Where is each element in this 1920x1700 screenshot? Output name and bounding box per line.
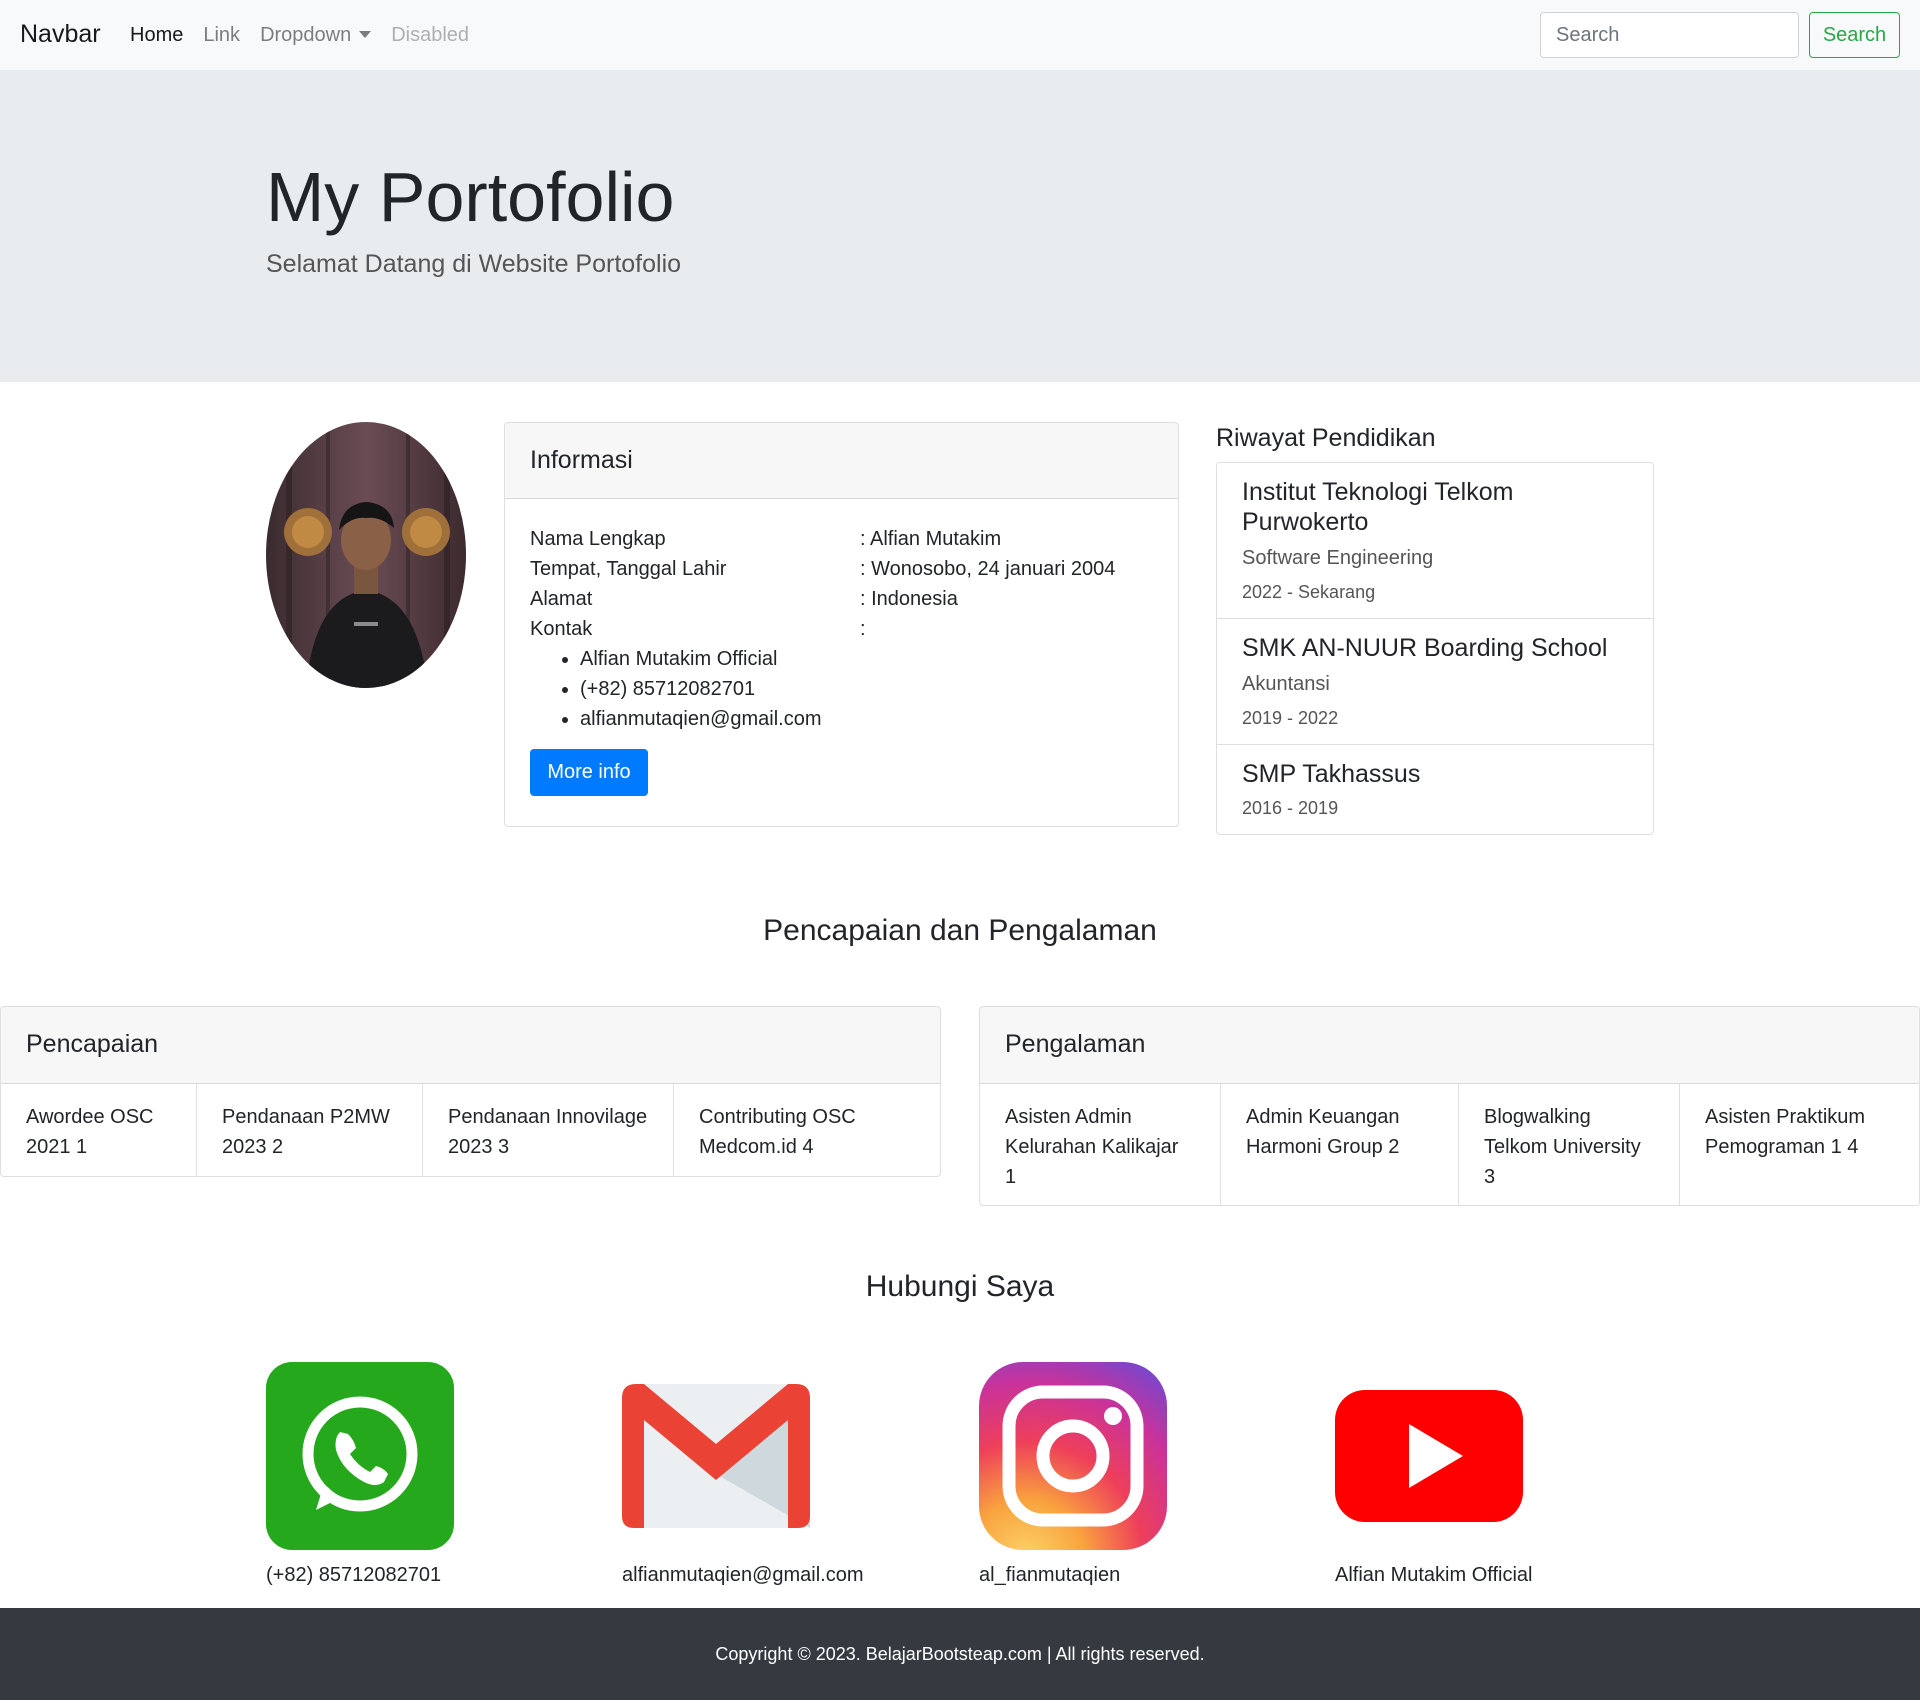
table-cell: Asisten Praktikum Pemograman 1 4	[1705, 1106, 1866, 1158]
list-item: (+82) 85712082701	[580, 674, 1153, 704]
info-card-header: Informasi	[505, 423, 1178, 499]
info-row-birth: Tempat, Tanggal Lahir : Wonosobo, 24 jan…	[530, 554, 1153, 584]
school-name: SMK AN-NUUR Boarding School	[1242, 634, 1608, 662]
nav-link-home[interactable]: Home	[130, 20, 183, 50]
table-cell: Pendanaan P2MW 2023 2	[197, 1084, 423, 1176]
info-row-contact: Kontak :	[530, 614, 1153, 644]
contact-caption: (+82) 85712082701	[266, 1564, 442, 1586]
info-row-address: Alamat : Indonesia	[530, 584, 1153, 614]
contact-section-title: Hubungi Saya	[865, 1270, 1055, 1303]
nav-dropdown[interactable]: Dropdown	[260, 20, 372, 50]
more-info-button[interactable]: More info	[530, 749, 648, 796]
contact-caption: Alfian Mutakim Official	[1335, 1564, 1533, 1586]
info-label: Nama Lengkap	[530, 528, 666, 550]
list-item: alfianmutaqien@gmail.com	[580, 704, 1153, 734]
info-label: Alamat	[530, 588, 593, 610]
achievements-card-header: Pencapaian	[1, 1007, 940, 1084]
footer-copyright: Copyright © 2023. BelajarBootsteap.com |…	[715, 1643, 1205, 1664]
nav-link-link[interactable]: Link	[203, 20, 240, 50]
info-row-name: Nama Lengkap : Alfian Mutakim	[530, 524, 1153, 554]
hero-jumbotron: My Portofolio Selamat Datang di Website …	[0, 70, 1920, 382]
table-cell: Asisten Admin Kelurahan Kalikajar 1	[980, 1084, 1221, 1205]
achievements-card: Pencapaian Awordee OSC 2021 1 Pendanaan …	[0, 1006, 941, 1177]
achievements-row: Awordee OSC 2021 1 Pendanaan P2MW 2023 2…	[1, 1084, 940, 1176]
experience-card-header: Pengalaman	[980, 1007, 1919, 1084]
school-years: 2016 - 2019	[1242, 798, 1339, 818]
caret-down-icon	[359, 30, 372, 38]
experience-card: Pengalaman Asisten Admin Kelurahan Kalik…	[979, 1006, 1920, 1206]
list-item: SMP Takhassus 2016 - 2019	[1217, 745, 1653, 834]
profile-photo	[266, 422, 466, 688]
info-label: Kontak	[530, 618, 593, 640]
list-item: Alfian Mutakim Official	[580, 644, 1153, 674]
school-name: Institut Teknologi Telkom Purwokerto	[1242, 478, 1514, 536]
contact-caption: al_fianmutaqien	[979, 1564, 1121, 1586]
contact-list: Alfian Mutakim Official (+82) 8571208270…	[530, 644, 1153, 734]
search-input[interactable]	[1540, 12, 1799, 58]
info-card: Informasi Nama Lengkap : Alfian Mutakim …	[504, 422, 1179, 827]
table-cell: Contributing OSC Medcom.id 4	[699, 1106, 856, 1158]
table-cell: Pendanaan Innovilage 2023 3	[423, 1084, 674, 1176]
experience-row: Asisten Admin Kelurahan Kalikajar 1 Admi…	[980, 1084, 1919, 1205]
hero-title: My Portofolio	[266, 158, 675, 236]
table-cell: Blogwalking Telkom University 3	[1459, 1084, 1680, 1205]
nav-links: Home Link Dropdown Disabled	[130, 20, 469, 50]
hero-subtitle: Selamat Datang di Website Portofolio	[266, 250, 682, 278]
info-value: : Alfian Mutakim	[860, 528, 1002, 550]
contact-caption: alfianmutaqien@gmail.com	[622, 1564, 864, 1586]
table-cell: Awordee OSC 2021 1	[1, 1084, 197, 1176]
navbar-brand[interactable]: Navbar	[20, 16, 101, 54]
table-cell: Admin Keuangan Harmoni Group 2	[1221, 1084, 1459, 1205]
achievements-section-title: Pencapaian dan Pengalaman	[763, 914, 1157, 947]
info-card-body: Nama Lengkap : Alfian Mutakim Tempat, Ta…	[505, 499, 1178, 821]
info-value: :	[860, 618, 866, 640]
school-name: SMP Takhassus	[1242, 760, 1421, 788]
info-value: : Indonesia	[860, 588, 958, 610]
nav-dropdown-label: Dropdown	[260, 24, 352, 46]
info-value: : Wonosobo, 24 januari 2004	[860, 558, 1116, 580]
education-list: Institut Teknologi Telkom Purwokerto Sof…	[1216, 462, 1654, 835]
school-major: Software Engineering	[1242, 547, 1434, 569]
list-item: Institut Teknologi Telkom Purwokerto Sof…	[1217, 463, 1653, 619]
whatsapp-icon[interactable]	[266, 1362, 454, 1550]
search-button[interactable]: Search	[1809, 12, 1900, 58]
education-title: Riwayat Pendidikan	[1216, 424, 1436, 452]
youtube-icon[interactable]	[1335, 1362, 1523, 1550]
footer: Copyright © 2023. BelajarBootsteap.com |…	[0, 1608, 1920, 1700]
info-label: Tempat, Tanggal Lahir	[530, 558, 727, 580]
school-major: Akuntansi	[1242, 673, 1330, 695]
nav-link-disabled: Disabled	[391, 24, 470, 46]
instagram-icon[interactable]	[979, 1362, 1167, 1550]
gmail-icon[interactable]	[622, 1362, 810, 1550]
school-years: 2022 - Sekarang	[1242, 582, 1376, 602]
navbar: Navbar Home Link Dropdown Disabled Searc…	[0, 0, 1920, 70]
school-years: 2019 - 2022	[1242, 708, 1339, 728]
list-item: SMK AN-NUUR Boarding School Akuntansi 20…	[1217, 619, 1653, 745]
